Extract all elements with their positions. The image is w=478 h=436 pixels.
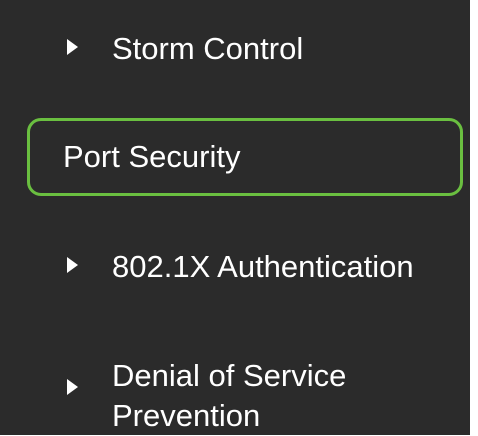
sidebar-item-802-1x-authentication[interactable]: 802.1X Authentication xyxy=(0,240,470,290)
sidebar-item-port-security[interactable]: Port Security xyxy=(27,118,463,196)
sidebar-nav: Storm Control Port Security 802.1X Authe… xyxy=(0,0,470,435)
sidebar-item-denial-of-service-prevention[interactable]: Denial of Service Prevention xyxy=(0,356,470,435)
caret-right-icon xyxy=(67,379,78,395)
caret-right-icon xyxy=(67,257,78,273)
sidebar-item-storm-control[interactable]: Storm Control xyxy=(0,24,470,74)
sidebar-item-label: Denial of Service Prevention xyxy=(112,358,347,433)
caret-right-icon xyxy=(67,39,78,55)
sidebar-item-label: Storm Control xyxy=(112,31,304,66)
sidebar-item-label: 802.1X Authentication xyxy=(112,249,414,284)
sidebar-item-label: Port Security xyxy=(63,139,241,174)
